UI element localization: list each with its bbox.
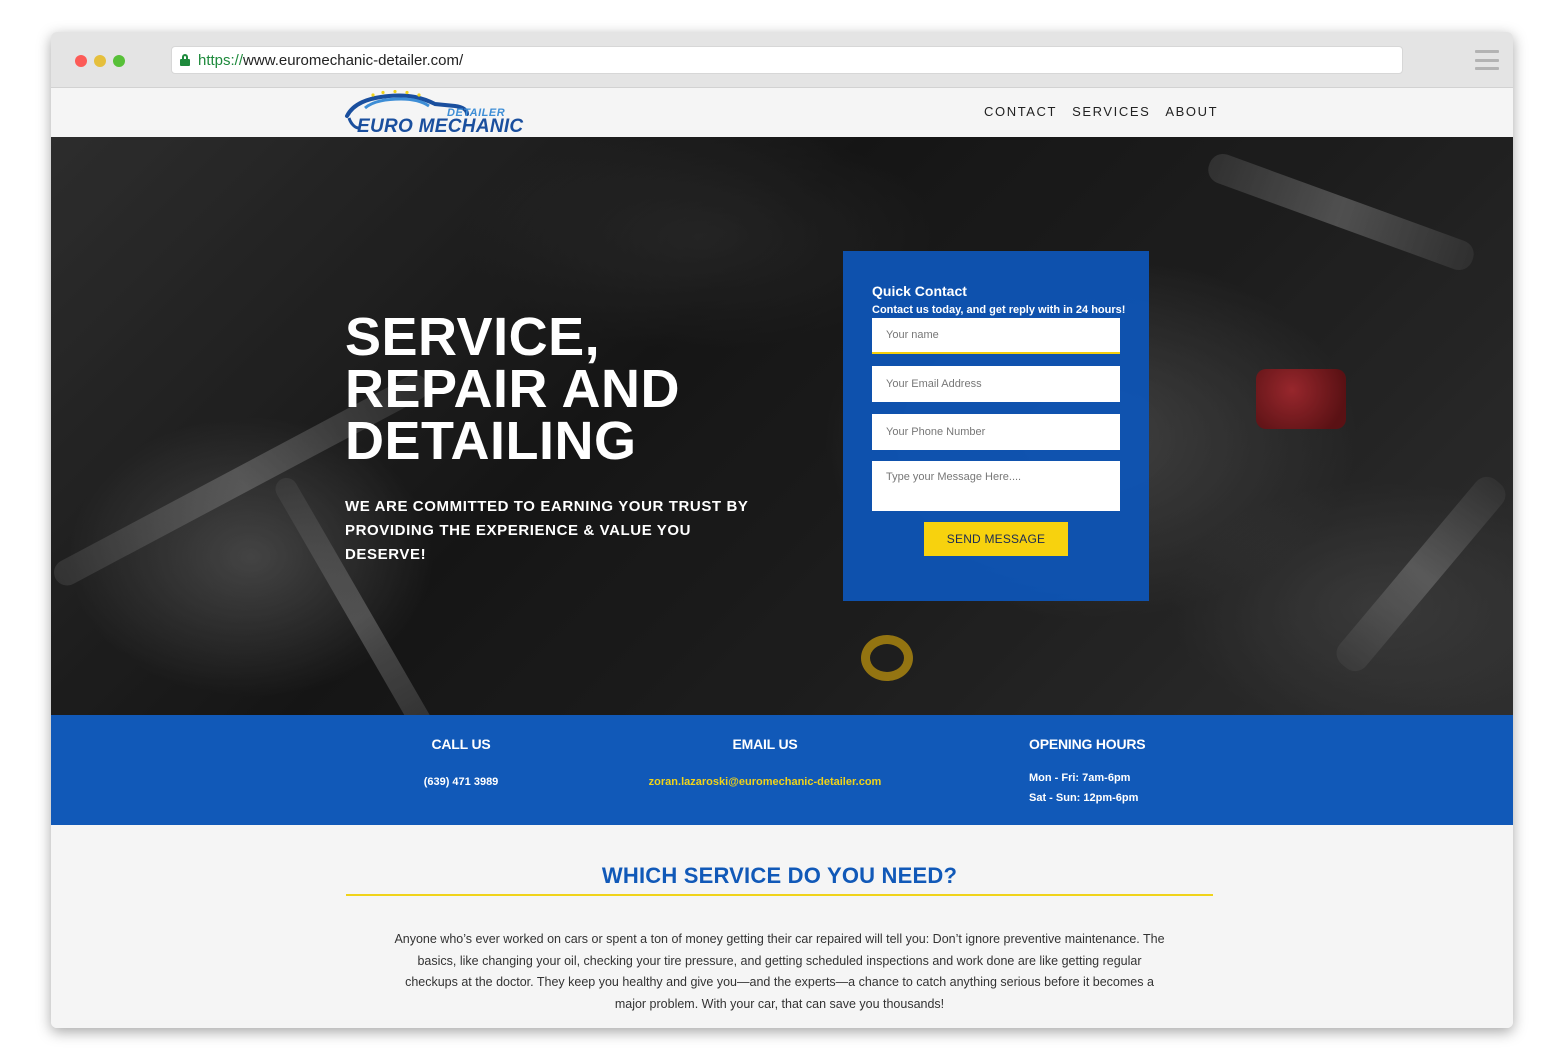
services-heading: WHICH SERVICE DO YOU NEED?	[601, 863, 958, 888]
email-input[interactable]	[872, 366, 1120, 402]
site-header: DETAILER EURO MECHANIC CONTACT SERVICES …	[51, 88, 1513, 137]
browser-window: https://www.euromechanic-detailer.com/ D…	[51, 32, 1513, 1028]
quick-contact-subtitle: Contact us today, and get reply with in …	[872, 304, 1126, 316]
maximize-window-button[interactable]	[113, 55, 125, 67]
message-textarea[interactable]	[872, 461, 1120, 511]
phone-input[interactable]	[872, 414, 1120, 450]
menu-icon[interactable]	[1475, 50, 1499, 70]
heading-divider	[346, 894, 1213, 896]
quick-contact-form: Quick Contact Contact us today, and get …	[843, 251, 1149, 601]
email-link[interactable]: zoran.lazaroski@euromechanic-detailer.co…	[625, 772, 905, 792]
url-text: www.euromechanic-detailer.com/	[243, 51, 464, 69]
nav-services[interactable]: SERVICES	[1072, 104, 1150, 119]
hero-section: SERVICE, REPAIR AND DETAILING WE ARE COM…	[51, 137, 1513, 715]
close-window-button[interactable]	[75, 55, 87, 67]
address-bar[interactable]: https://www.euromechanic-detailer.com/	[171, 46, 1403, 74]
site-logo[interactable]: DETAILER EURO MECHANIC	[343, 89, 523, 137]
main-nav: CONTACT SERVICES ABOUT	[984, 104, 1218, 119]
minimize-window-button[interactable]	[94, 55, 106, 67]
logo-text: EURO MECHANIC	[357, 116, 524, 137]
services-section: WHICH SERVICE DO YOU NEED? Anyone who’s …	[51, 825, 1513, 1028]
call-us-heading: CALL US	[431, 736, 491, 752]
window-controls	[75, 55, 125, 67]
opening-hours-heading: OPENING HOURS	[1029, 736, 1146, 752]
call-us-block: CALL US (639) 471 3989	[401, 736, 521, 792]
phone-number[interactable]: (639) 471 3989	[401, 772, 521, 792]
hero-subtitle: WE ARE COMMITTED TO EARNING YOUR TRUST B…	[345, 498, 749, 563]
name-input[interactable]	[872, 318, 1120, 354]
hours-list: Mon - Fri: 7am-6pm Sat - Sun: 12pm-6pm	[1029, 768, 1179, 808]
hours-weekday: Mon - Fri: 7am-6pm	[1029, 772, 1131, 784]
hours-weekend: Sat - Sun: 12pm-6pm	[1029, 792, 1139, 804]
nav-contact[interactable]: CONTACT	[984, 104, 1057, 119]
hero-title: SERVICE, REPAIR AND DETAILING	[345, 307, 681, 471]
nav-about[interactable]: ABOUT	[1165, 104, 1218, 119]
services-intro: Anyone who’s ever worked on cars or spen…	[394, 932, 1165, 1011]
contact-info-bar: CALL US (639) 471 3989 EMAIL US zoran.la…	[51, 715, 1513, 825]
send-message-button[interactable]: SEND MESSAGE	[924, 522, 1068, 556]
email-us-block: EMAIL US zoran.lazaroski@euromechanic-de…	[625, 736, 905, 792]
browser-toolbar: https://www.euromechanic-detailer.com/	[51, 32, 1513, 88]
opening-hours-block: OPENING HOURS Mon - Fri: 7am-6pm Sat - S…	[1029, 736, 1179, 808]
url-scheme: https://	[198, 51, 244, 69]
lock-icon	[180, 54, 190, 66]
email-us-heading: EMAIL US	[732, 736, 798, 752]
quick-contact-title: Quick Contact	[872, 283, 967, 299]
